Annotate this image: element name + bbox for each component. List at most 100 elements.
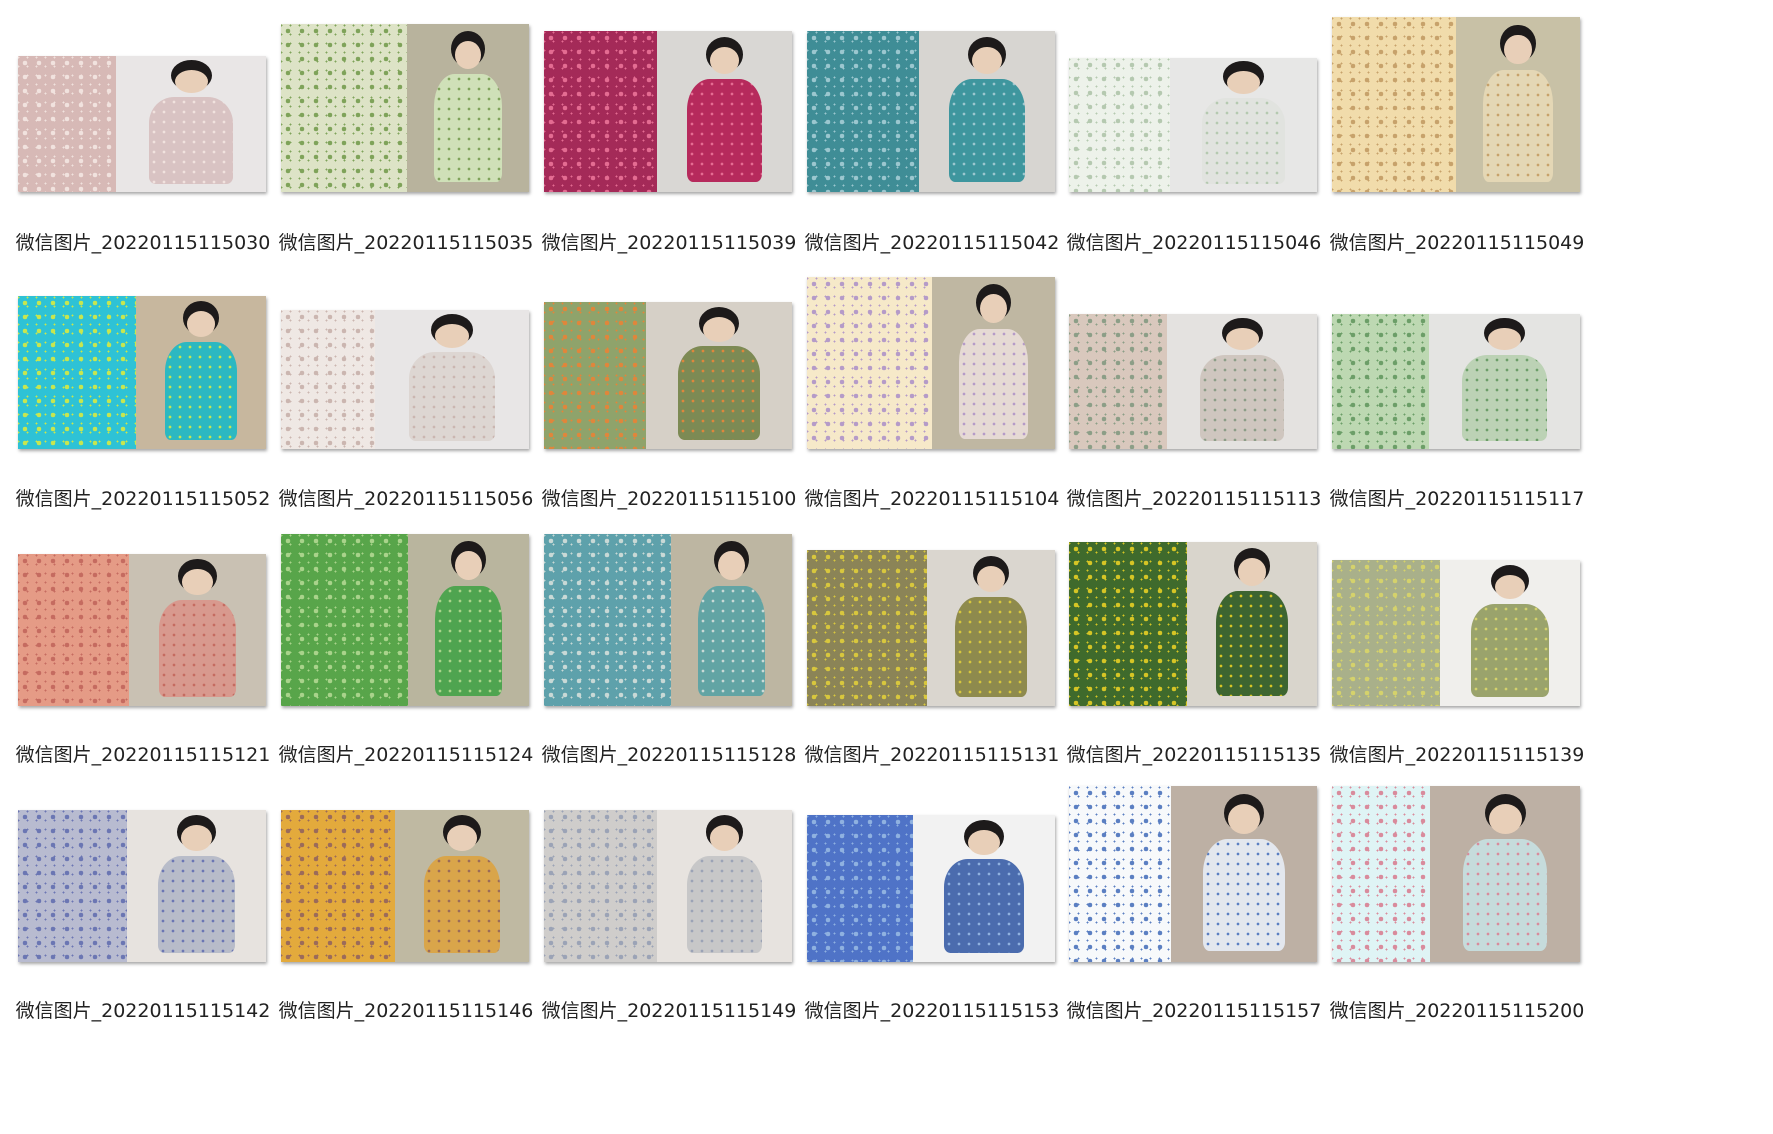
file-thumbnail[interactable] bbox=[1332, 786, 1580, 962]
file-thumbnail[interactable] bbox=[18, 56, 266, 192]
file-name[interactable]: 微信图片_20220115115142 bbox=[8, 996, 278, 1023]
file-thumbnail[interactable] bbox=[544, 31, 792, 192]
file-name[interactable]: 微信图片_20220115115135 bbox=[1059, 740, 1329, 767]
file-tile[interactable]: 微信图片_20220115115146 bbox=[271, 768, 571, 1022]
file-thumbnail[interactable] bbox=[1069, 58, 1317, 192]
file-tile[interactable]: 微信图片_20220115115142 bbox=[8, 768, 308, 1022]
file-tile[interactable]: 微信图片_20220115115135 bbox=[1059, 512, 1359, 766]
file-name[interactable]: 微信图片_20220115115131 bbox=[797, 740, 1067, 767]
file-tile[interactable]: 微信图片_20220115115056 bbox=[271, 256, 571, 510]
file-thumbnail[interactable] bbox=[281, 24, 529, 192]
file-tile[interactable]: 微信图片_20220115115039 bbox=[534, 0, 834, 254]
garment bbox=[157, 855, 236, 953]
file-name[interactable]: 微信图片_20220115115104 bbox=[797, 484, 1067, 511]
garment bbox=[434, 585, 503, 696]
file-tile[interactable]: 微信图片_20220115115200 bbox=[1322, 768, 1622, 1022]
fabric-swatch bbox=[18, 554, 129, 706]
file-thumbnail[interactable] bbox=[1069, 542, 1317, 706]
file-tile[interactable]: 微信图片_20220115115149 bbox=[534, 768, 834, 1022]
model-photo bbox=[927, 550, 1055, 706]
file-name[interactable]: 微信图片_20220115115128 bbox=[534, 740, 804, 767]
file-name[interactable]: 微信图片_20220115115046 bbox=[1059, 228, 1329, 255]
model-photo bbox=[395, 810, 529, 962]
model-photo bbox=[127, 810, 266, 962]
file-thumbnail[interactable] bbox=[544, 534, 792, 706]
file-name[interactable]: 微信图片_20220115115124 bbox=[271, 740, 541, 767]
file-tile[interactable]: 微信图片_20220115115157 bbox=[1059, 768, 1359, 1022]
file-tile[interactable]: 微信图片_20220115115035 bbox=[271, 0, 571, 254]
file-thumbnail[interactable] bbox=[281, 534, 529, 706]
file-thumbnail[interactable] bbox=[18, 296, 266, 449]
file-name[interactable]: 微信图片_20220115115056 bbox=[271, 484, 541, 511]
file-tile[interactable]: 微信图片_20220115115052 bbox=[8, 256, 308, 510]
fabric-swatch bbox=[18, 810, 127, 962]
garment bbox=[686, 855, 763, 953]
file-name[interactable]: 微信图片_20220115115117 bbox=[1322, 484, 1592, 511]
file-name[interactable]: 微信图片_20220115115035 bbox=[271, 228, 541, 255]
file-tile[interactable]: 微信图片_20220115115104 bbox=[797, 256, 1097, 510]
file-name[interactable]: 微信图片_20220115115146 bbox=[271, 996, 541, 1023]
file-tile[interactable]: 微信图片_20220115115121 bbox=[8, 512, 308, 766]
file-name[interactable]: 微信图片_20220115115200 bbox=[1322, 996, 1592, 1023]
garment bbox=[149, 96, 233, 184]
file-tile[interactable]: 微信图片_20220115115113 bbox=[1059, 256, 1359, 510]
file-tile[interactable]: 微信图片_20220115115049 bbox=[1322, 0, 1622, 254]
garment bbox=[697, 585, 766, 696]
file-thumbnail[interactable] bbox=[807, 550, 1055, 706]
model-photo bbox=[657, 31, 792, 192]
file-tile[interactable]: 微信图片_20220115115128 bbox=[534, 512, 834, 766]
file-tile[interactable]: 微信图片_20220115115131 bbox=[797, 512, 1097, 766]
file-name[interactable]: 微信图片_20220115115139 bbox=[1322, 740, 1592, 767]
model-photo bbox=[919, 31, 1055, 192]
file-thumbnail[interactable] bbox=[1332, 560, 1580, 706]
model-photo bbox=[129, 554, 266, 706]
file-thumbnail[interactable] bbox=[544, 302, 792, 449]
file-name[interactable]: 微信图片_20220115115121 bbox=[8, 740, 278, 767]
garment bbox=[1462, 354, 1547, 441]
file-name[interactable]: 微信图片_20220115115149 bbox=[534, 996, 804, 1023]
file-thumbnail[interactable] bbox=[281, 810, 529, 962]
file-thumbnail[interactable] bbox=[281, 310, 529, 449]
fabric-swatch bbox=[544, 534, 671, 706]
file-name[interactable]: 微信图片_20220115115100 bbox=[534, 484, 804, 511]
fabric-swatch bbox=[807, 277, 932, 449]
model-photo bbox=[913, 815, 1055, 962]
garment bbox=[1202, 98, 1285, 184]
file-thumbnail[interactable] bbox=[18, 810, 266, 962]
file-thumbnail[interactable] bbox=[807, 277, 1055, 449]
file-name[interactable]: 微信图片_20220115115042 bbox=[797, 228, 1067, 255]
file-thumbnail[interactable] bbox=[807, 815, 1055, 962]
file-tile[interactable]: 微信图片_20220115115124 bbox=[271, 512, 571, 766]
file-tile[interactable]: 微信图片_20220115115030 bbox=[8, 0, 308, 254]
file-tile[interactable]: 微信图片_20220115115139 bbox=[1322, 512, 1622, 766]
file-tile[interactable]: 微信图片_20220115115153 bbox=[797, 768, 1097, 1022]
file-thumbnail[interactable] bbox=[1069, 314, 1317, 449]
file-name[interactable]: 微信图片_20220115115157 bbox=[1059, 996, 1329, 1023]
file-thumbnail[interactable] bbox=[18, 554, 266, 706]
model-photo bbox=[646, 302, 792, 449]
garment bbox=[1463, 838, 1547, 952]
file-name[interactable]: 微信图片_20220115115052 bbox=[8, 484, 278, 511]
file-thumbnail[interactable] bbox=[1332, 17, 1580, 192]
file-name[interactable]: 微信图片_20220115115049 bbox=[1322, 228, 1592, 255]
garment bbox=[944, 859, 1024, 954]
garment bbox=[1200, 354, 1284, 441]
model-photo bbox=[1167, 314, 1317, 449]
fabric-swatch bbox=[807, 550, 927, 706]
file-name[interactable]: 微信图片_20220115115039 bbox=[534, 228, 804, 255]
file-tile[interactable]: 微信图片_20220115115100 bbox=[534, 256, 834, 510]
file-name[interactable]: 微信图片_20220115115113 bbox=[1059, 484, 1329, 511]
file-thumbnail[interactable] bbox=[544, 810, 792, 962]
file-tile[interactable]: 微信图片_20220115115042 bbox=[797, 0, 1097, 254]
file-tile[interactable]: 微信图片_20220115115046 bbox=[1059, 0, 1359, 254]
file-name[interactable]: 微信图片_20220115115030 bbox=[8, 228, 278, 255]
file-thumbnail[interactable] bbox=[1069, 786, 1317, 962]
model-photo bbox=[116, 56, 266, 192]
file-name[interactable]: 微信图片_20220115115153 bbox=[797, 996, 1067, 1023]
file-thumbnail[interactable] bbox=[807, 31, 1055, 192]
model-photo bbox=[671, 534, 792, 706]
file-thumbnail[interactable] bbox=[1332, 314, 1580, 449]
model-photo bbox=[657, 810, 792, 962]
file-tile[interactable]: 微信图片_20220115115117 bbox=[1322, 256, 1622, 510]
fabric-swatch bbox=[807, 815, 913, 962]
